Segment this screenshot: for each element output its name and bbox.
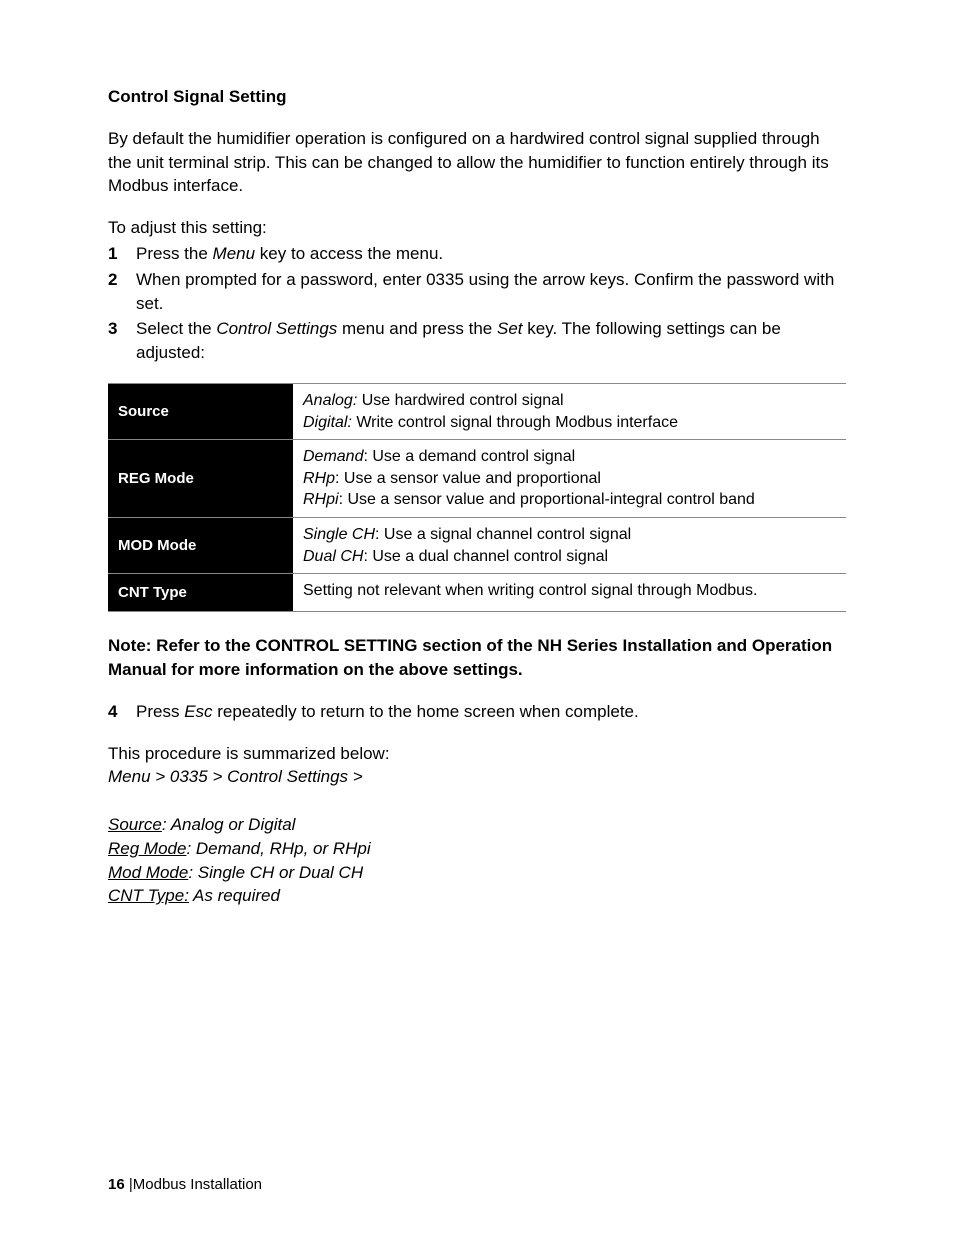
note-paragraph: Note: Refer to the CONTROL SETTING secti… bbox=[108, 634, 846, 682]
section-heading: Control Signal Setting bbox=[108, 85, 846, 109]
summary-term: Mod Mode bbox=[108, 863, 188, 882]
summary-term: CNT Type: bbox=[108, 886, 189, 905]
option-label: Dual CH bbox=[303, 548, 363, 565]
summary-options: : Single CH or Dual CH bbox=[188, 863, 363, 882]
step-number: 3 bbox=[108, 317, 117, 341]
esc-key: Esc bbox=[184, 702, 212, 721]
option-text: : Use a signal channel control signal bbox=[375, 526, 631, 543]
step-text: menu and press the bbox=[337, 319, 497, 338]
page-footer: 16 |Modbus Installation bbox=[108, 1174, 262, 1195]
summary-term: Reg Mode bbox=[108, 839, 186, 858]
step-text: When prompted for a password, enter 0335… bbox=[136, 270, 834, 313]
setting-desc: Setting not relevant when writing contro… bbox=[293, 574, 846, 612]
summary-line: Mod Mode: Single CH or Dual CH bbox=[108, 861, 846, 885]
step-3: 3 Select the Control Settings menu and p… bbox=[108, 317, 846, 365]
option-label: Single CH bbox=[303, 526, 375, 543]
table-row: Source Analog: Use hardwired control sig… bbox=[108, 383, 846, 439]
settings-table: Source Analog: Use hardwired control sig… bbox=[108, 383, 846, 612]
table-row: CNT Type Setting not relevant when writi… bbox=[108, 574, 846, 612]
step-2: 2 When prompted for a password, enter 03… bbox=[108, 268, 846, 316]
step-text: key to access the menu. bbox=[255, 244, 443, 263]
step-1: 1 Press the Menu key to access the menu. bbox=[108, 242, 846, 266]
table-row: REG Mode Demand: Use a demand control si… bbox=[108, 440, 846, 518]
option-label: Digital: bbox=[303, 414, 352, 431]
summary-options: : Analog or Digital bbox=[162, 815, 296, 834]
option-text: : Use a sensor value and proportional bbox=[335, 470, 601, 487]
option-label: Analog: bbox=[303, 392, 357, 409]
footer-title: Modbus Installation bbox=[133, 1176, 262, 1193]
step-text: Select the bbox=[136, 319, 216, 338]
set-key: Set bbox=[497, 319, 523, 338]
setting-desc: Single CH: Use a signal channel control … bbox=[293, 517, 846, 573]
summary-options: : Demand, RHp, or RHpi bbox=[186, 839, 370, 858]
setting-name: CNT Type bbox=[108, 574, 293, 612]
adjust-intro: To adjust this setting: bbox=[108, 216, 846, 240]
intro-paragraph: By default the humidifier operation is c… bbox=[108, 127, 846, 198]
option-text: Use hardwired control signal bbox=[357, 392, 563, 409]
summary-intro: This procedure is summarized below: bbox=[108, 742, 846, 766]
step-number: 1 bbox=[108, 242, 117, 266]
summary-term: Source bbox=[108, 815, 162, 834]
steps-list: 1 Press the Menu key to access the menu.… bbox=[108, 242, 846, 365]
summary-line: CNT Type: As required bbox=[108, 884, 846, 908]
setting-desc: Analog: Use hardwired control signal Dig… bbox=[293, 383, 846, 439]
option-label: RHp bbox=[303, 470, 335, 487]
summary-block: This procedure is summarized below: Menu… bbox=[108, 742, 846, 909]
step-text: Press bbox=[136, 702, 184, 721]
summary-options: As required bbox=[189, 886, 280, 905]
menu-key: Menu bbox=[213, 244, 256, 263]
step-text: Press the bbox=[136, 244, 213, 263]
step-4: 4 Press Esc repeatedly to return to the … bbox=[108, 700, 846, 724]
setting-name: Source bbox=[108, 383, 293, 439]
step-number: 4 bbox=[108, 700, 117, 724]
setting-desc: Demand: Use a demand control signal RHp:… bbox=[293, 440, 846, 518]
step-number: 2 bbox=[108, 268, 117, 292]
table-row: MOD Mode Single CH: Use a signal channel… bbox=[108, 517, 846, 573]
option-label: RHpi bbox=[303, 491, 339, 508]
option-label: Demand bbox=[303, 448, 363, 465]
summary-line: Reg Mode: Demand, RHp, or RHpi bbox=[108, 837, 846, 861]
option-text: : Use a sensor value and proportional-in… bbox=[339, 491, 755, 508]
step-text: repeatedly to return to the home screen … bbox=[213, 702, 639, 721]
page-number: 16 bbox=[108, 1176, 125, 1193]
option-text: : Use a dual channel control signal bbox=[363, 548, 608, 565]
footer-sep: | bbox=[125, 1176, 133, 1193]
setting-name: MOD Mode bbox=[108, 517, 293, 573]
option-text: Write control signal through Modbus inte… bbox=[352, 414, 678, 431]
control-settings-term: Control Settings bbox=[216, 319, 337, 338]
summary-line: Source: Analog or Digital bbox=[108, 813, 846, 837]
option-text: : Use a demand control signal bbox=[363, 448, 575, 465]
setting-name: REG Mode bbox=[108, 440, 293, 518]
summary-path: Menu > 0335 > Control Settings > bbox=[108, 765, 846, 789]
